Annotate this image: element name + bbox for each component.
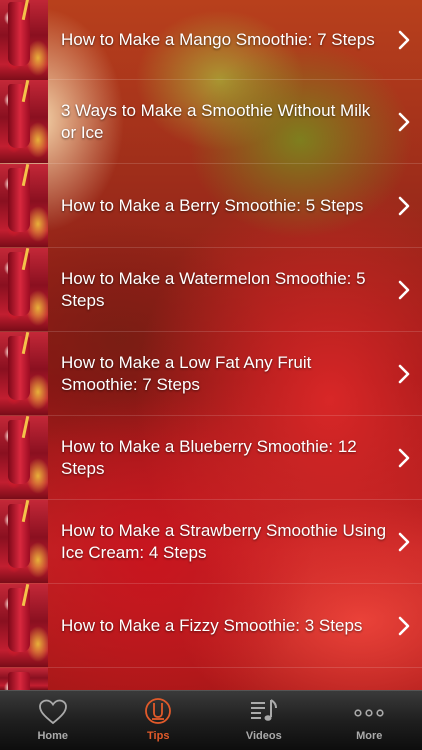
list-item-title: How to Make a Mango Smoothie: 7 Steps [61,29,375,49]
tab-more-label: More [356,730,383,742]
chevron-right-icon [398,448,410,467]
chevron-right-icon [398,280,410,299]
list-item[interactable]: How to Make a Strawberry Smoothie Using … [0,500,422,584]
list-item-title: How to Make a Blueberry Smoothie: 12 Ste… [61,436,357,478]
tips-list: How to Make a Mango Smoothie: 7 Steps 3 … [0,0,422,690]
list-item[interactable]: How to Make a Mango Smoothie: 7 Steps [0,0,422,81]
list-item-title: How to Make a Fizzy Smoothie: 3 Steps [61,615,363,635]
tab-bar: Home Tips Videos More [0,690,422,750]
list-item-title: 3 Ways to Make a Smoothie Without Milk o… [61,100,371,142]
smoothie-thumbnail [0,332,48,415]
list-item[interactable]: How to Make a Low Fat Any Fruit Smoothie… [0,332,422,416]
tab-videos[interactable]: Videos [211,691,317,750]
smoothie-thumbnail [0,248,48,331]
smoothie-thumbnail [0,80,48,163]
chevron-right-icon [398,616,410,635]
tab-home[interactable]: Home [0,691,106,750]
tips-icon [145,698,172,724]
list-item-title: How to Make a Low Fat Any Fruit Smoothie… [61,352,312,394]
list-item-partial[interactable] [0,668,422,690]
smoothie-thumbnail [0,500,48,583]
list-item-title: How to Make a Watermelon Smoothie: 5 Ste… [61,268,366,310]
chevron-right-icon [398,364,410,383]
chevron-right-icon [398,112,410,131]
list-item-title: How to Make a Strawberry Smoothie Using … [61,520,387,562]
tab-home-label: Home [37,730,69,742]
list-item[interactable]: 3 Ways to Make a Smoothie Without Milk o… [0,80,422,164]
ellipsis-icon [354,709,384,717]
chevron-right-icon [398,532,410,551]
music-note-list-icon [250,699,277,721]
list-item-title: How to Make a Berry Smoothie: 5 Steps [61,195,364,215]
chevron-right-icon [398,30,410,49]
smoothie-thumbnail [0,164,48,247]
heart-icon [38,699,67,725]
tab-tips-label: Tips [147,730,170,742]
tab-more[interactable]: More [317,691,422,750]
smoothie-thumbnail [0,584,48,667]
tab-videos-label: Videos [245,730,282,742]
smoothie-thumbnail [0,668,48,690]
smoothie-thumbnail [0,0,48,81]
smoothie-thumbnail [0,416,48,499]
tab-tips[interactable]: Tips [106,691,212,750]
chevron-right-icon [398,196,410,215]
list-item[interactable]: How to Make a Berry Smoothie: 5 Steps [0,164,422,248]
list-item[interactable]: How to Make a Watermelon Smoothie: 5 Ste… [0,248,422,332]
list-item[interactable]: How to Make a Fizzy Smoothie: 3 Steps [0,584,422,668]
list-item[interactable]: How to Make a Blueberry Smoothie: 12 Ste… [0,416,422,500]
